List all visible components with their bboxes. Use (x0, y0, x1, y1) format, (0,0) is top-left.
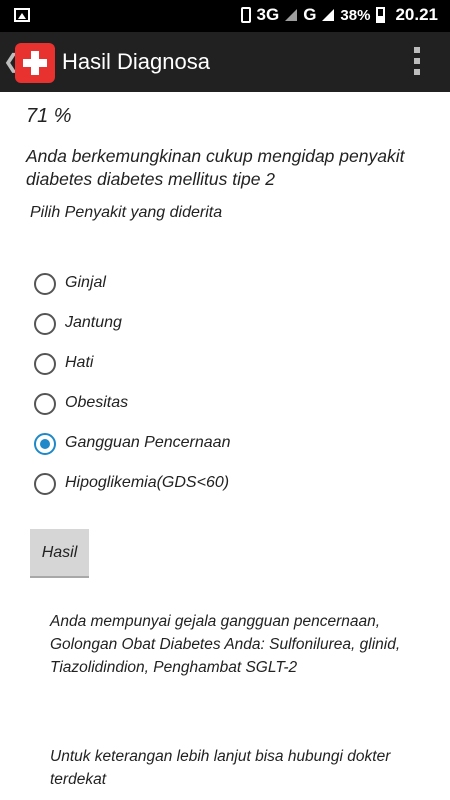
radio-label: Gangguan Pencernaan (65, 434, 231, 451)
radio-label: Hati (65, 354, 94, 371)
radio-option-hati[interactable]: Hati (34, 350, 394, 390)
radio-option-hipoglikemia[interactable]: Hipoglikemia(GDS<60) (34, 470, 394, 510)
radio-button[interactable] (34, 313, 56, 335)
image-icon (14, 8, 30, 22)
radio-label: Ginjal (65, 274, 106, 291)
page-title: Hasil Diagnosa (62, 49, 210, 74)
radio-button[interactable] (34, 473, 56, 495)
radio-label: Obesitas (65, 394, 129, 411)
radio-button[interactable] (34, 393, 56, 415)
radio-option-jantung[interactable]: Jantung (34, 310, 394, 350)
result-text: Anda berkemungkinan cukup mengidap penya… (26, 146, 405, 189)
app-logo-icon[interactable] (15, 43, 55, 83)
battery-icon (376, 7, 386, 23)
probability-percent: 71 % (26, 105, 72, 127)
radio-option-ginjal[interactable]: Ginjal (34, 270, 394, 310)
vibrate-icon (240, 7, 251, 23)
disease-radio-group: Ginjal Jantung Hati Obesitas Gangguan Pe… (34, 270, 394, 510)
signal-icon (285, 9, 298, 21)
status-bar: 3G G 38% 20.21 (0, 0, 450, 32)
radio-button[interactable] (34, 353, 56, 375)
app-bar: ❮ Hasil Diagnosa (0, 32, 450, 92)
radio-label: Hipoglikemia(GDS<60) (65, 474, 230, 491)
signal-icon (322, 9, 335, 21)
radio-option-obesitas[interactable]: Obesitas (34, 390, 394, 430)
radio-label: Jantung (65, 314, 122, 331)
radio-button[interactable] (34, 433, 56, 455)
main-content: 71 % Anda berkemungkinan cukup mengidap … (0, 92, 450, 800)
network-g-label: G (303, 5, 317, 24)
status-indicators: 3G G 38% 20.21 (240, 5, 438, 25)
choose-disease-label: Pilih Penyakit yang diderita (30, 204, 223, 221)
radio-button[interactable] (34, 273, 56, 295)
info-text: Untuk keterangan lebih lanjut bisa hubun… (50, 748, 391, 788)
diagnosis-text: Anda mempunyai gejala gangguan pencernaa… (50, 613, 401, 676)
network-3g-label: 3G (256, 5, 280, 24)
clock: 20.21 (395, 5, 438, 24)
hasil-button[interactable]: Hasil (30, 529, 89, 578)
battery-percent: 38% (340, 6, 371, 24)
overflow-menu-icon[interactable] (414, 47, 420, 75)
radio-option-gangguan-pencernaan[interactable]: Gangguan Pencernaan (34, 430, 394, 470)
